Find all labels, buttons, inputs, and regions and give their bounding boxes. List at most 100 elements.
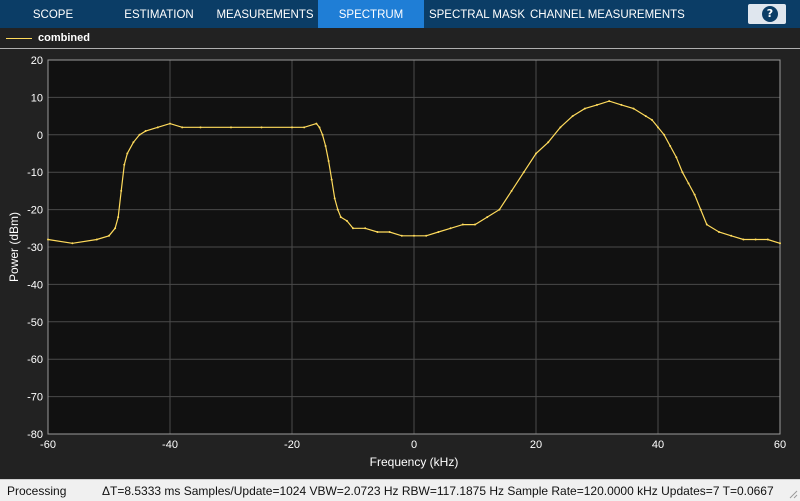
y-axis-label: Power (dBm) [7,212,21,282]
data-point [95,238,98,241]
data-point [181,126,184,129]
data-point [461,223,464,226]
x-tick-label: 60 [774,439,786,451]
data-point [339,216,342,219]
data-point [571,115,574,118]
data-point [693,193,696,196]
data-point [114,227,117,230]
data-point [413,234,415,237]
y-tick-label: 10 [31,92,43,104]
data-point [650,118,653,121]
y-tick-label: -10 [27,167,43,179]
data-point [156,126,159,129]
legend-line-swatch [6,38,32,39]
x-tick-label: -20 [284,439,300,451]
data-point [364,227,367,230]
data-point [71,242,74,245]
data-point [327,159,330,162]
data-point [632,107,635,110]
data-point [730,234,733,237]
y-tick-label: 20 [31,55,43,67]
data-point [699,208,702,211]
data-point [345,219,348,222]
data-point [138,133,141,136]
status-info: ΔT=8.5333 ms Samples/Update=1024 VBW=2.0… [102,484,774,498]
data-point [126,152,129,155]
data-point [583,107,586,110]
data-point [199,126,202,129]
resize-grip-icon[interactable] [789,490,798,499]
status-state: Processing [7,484,67,498]
data-point [449,227,452,230]
legend[interactable]: combined [0,28,800,48]
data-point [474,223,476,226]
data-point [535,152,537,155]
data-point [498,208,501,211]
data-point [291,126,293,129]
data-point [330,178,333,181]
data-point [318,126,321,129]
data-point [669,145,672,148]
data-point [742,238,745,241]
data-point [400,234,403,237]
data-point [260,126,263,129]
tab-estimation[interactable]: ESTIMATION [106,0,212,28]
data-point [324,145,327,148]
data-point [687,182,690,185]
data-point [117,216,120,219]
data-point [144,130,147,133]
data-point [47,238,49,241]
y-tick-label: -40 [27,279,43,291]
data-point [779,242,781,245]
data-point [675,156,678,159]
tab-spectrum[interactable]: SPECTRUM [318,0,424,28]
x-tick-label: -40 [162,439,178,451]
data-point [596,103,598,106]
tab-scope[interactable]: SCOPE [0,0,106,28]
data-point [333,197,336,200]
x-tick-label: 0 [411,439,417,451]
data-point [123,163,126,166]
data-point [425,234,428,237]
data-point [559,126,562,129]
data-point [644,115,647,118]
y-tick-label: -20 [27,205,43,217]
toolbar: SCOPE ESTIMATION MEASUREMENTS SPECTRUM S… [0,0,800,28]
data-point [132,141,135,144]
spectrum-plot[interactable]: -60 -40 -20 0 20 40 6020100-10-20-30-40-50-60-… [0,49,800,479]
y-tick-label: 0 [37,130,43,142]
data-point [620,103,623,106]
status-bar: Processing ΔT=8.5333 ms Samples/Update=1… [0,479,800,501]
data-point [315,122,318,125]
x-tick-label: 40 [652,439,664,451]
x-axis-label: Frequency (kHz) [370,455,459,469]
data-point [303,126,306,129]
data-point [766,238,769,241]
data-point [376,231,379,234]
tab-channel-measurements[interactable]: CHANNEL MEASUREMENTS [530,0,685,28]
legend-label: combined [38,32,90,44]
tab-spectral-mask[interactable]: SPECTRAL MASK [424,0,530,28]
data-point [486,216,489,219]
data-point [510,189,513,192]
data-point [120,189,123,192]
y-tick-label: -50 [27,317,43,329]
y-tick-label: -70 [27,392,43,404]
data-point [437,231,440,234]
help-button[interactable]: ? [748,4,786,24]
data-point [657,126,659,129]
data-point [336,208,339,211]
data-point [108,234,110,237]
data-point [681,171,684,174]
data-point [608,100,611,103]
data-point [352,227,354,230]
data-point [547,141,550,144]
tab-measurements[interactable]: MEASUREMENTS [212,0,318,28]
data-point [754,238,757,241]
data-point [718,231,720,234]
x-tick-label: 20 [530,439,542,451]
data-point [230,126,232,129]
data-point [522,171,525,174]
help-icon: ? [762,6,778,22]
y-tick-label: -80 [27,429,43,441]
